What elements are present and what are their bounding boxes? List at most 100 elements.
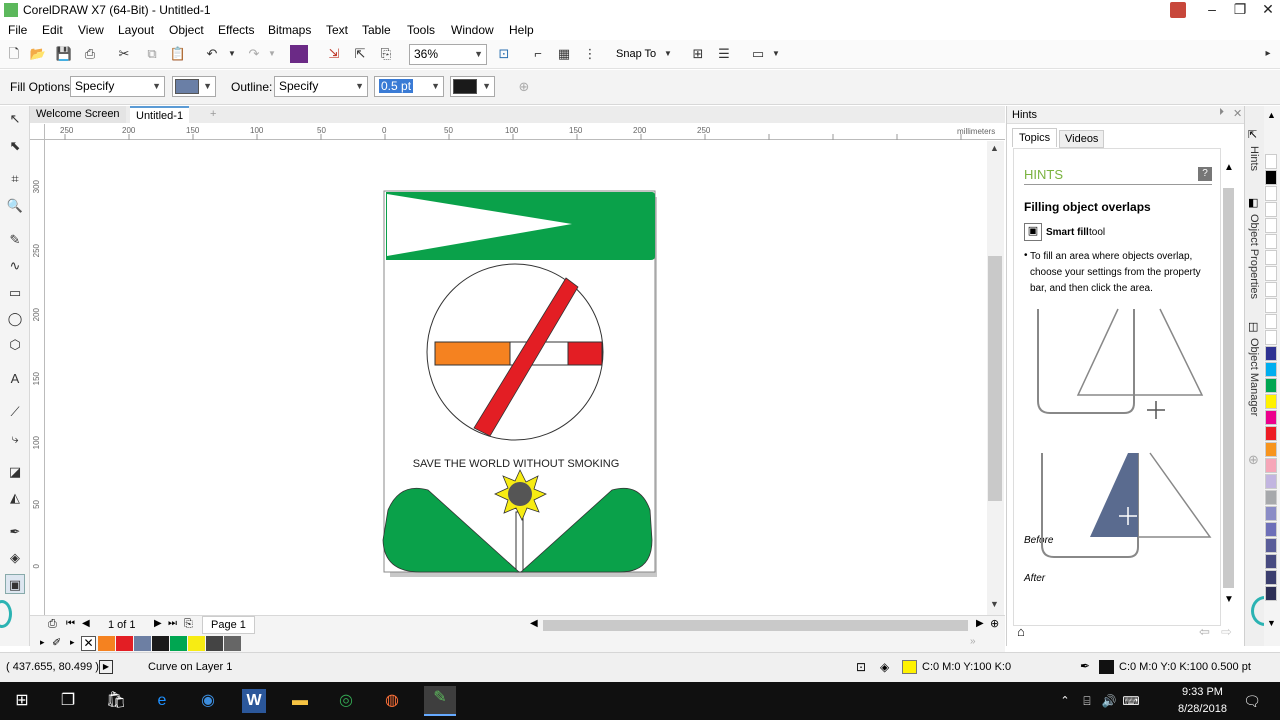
show-hidden-icons[interactable]: ⌃ bbox=[1053, 689, 1077, 713]
cut-icon[interactable]: ✂ bbox=[114, 44, 134, 64]
undo-icon[interactable]: ↶ bbox=[202, 44, 222, 64]
scroll-up-icon[interactable]: ▲ bbox=[990, 143, 999, 153]
menu-view[interactable]: View bbox=[78, 23, 104, 37]
drawing-canvas[interactable]: SAVE THE WORLD WITHOUT SMOKING bbox=[46, 141, 987, 615]
docker-tab-object-manager[interactable]: Object Manager bbox=[1248, 338, 1260, 416]
menu-edit[interactable]: Edit bbox=[42, 23, 63, 37]
expand-docker-icon[interactable]: ⏵ bbox=[1219, 107, 1224, 118]
forward-icon[interactable]: ⇨ bbox=[1221, 624, 1232, 640]
freehand-tool-icon[interactable]: ✎ bbox=[5, 230, 25, 250]
action-center-icon[interactable]: 🗨 bbox=[1240, 689, 1264, 713]
fill-options-dropdown[interactable]: Specify ▼ bbox=[70, 76, 165, 97]
artwork-caption[interactable]: SAVE THE WORLD WITHOUT SMOKING bbox=[413, 458, 620, 470]
options-icon[interactable]: ☰ bbox=[714, 44, 734, 64]
publish-pdf-icon[interactable]: ⎘ bbox=[376, 44, 396, 64]
user-icon[interactable] bbox=[1170, 2, 1186, 18]
color-proof-icon[interactable]: ⊡ bbox=[856, 660, 866, 674]
hints-scroll-up-icon[interactable]: ▲ bbox=[1224, 162, 1234, 173]
scroll-down-icon[interactable]: ▼ bbox=[990, 599, 999, 609]
add-page-icon[interactable]: ⎘ bbox=[184, 618, 193, 631]
palette-swatch[interactable] bbox=[170, 636, 187, 651]
file-explorer-icon[interactable]: ▬ bbox=[288, 689, 312, 713]
palette-swatch[interactable] bbox=[1265, 154, 1277, 169]
tab-topics[interactable]: Topics bbox=[1012, 128, 1058, 147]
drop-shadow-tool-icon[interactable]: ◪ bbox=[5, 462, 25, 482]
first-page-icon[interactable]: ⏮ bbox=[66, 618, 75, 629]
redo-icon[interactable]: ↷ bbox=[244, 44, 264, 64]
export-icon[interactable]: ⇱ bbox=[350, 44, 370, 64]
previous-page-icon[interactable]: ◀ bbox=[82, 618, 90, 629]
pick-tool-icon[interactable]: ↖ bbox=[5, 109, 25, 129]
palette-swatch[interactable] bbox=[206, 636, 223, 651]
palette-swatch[interactable] bbox=[134, 636, 151, 651]
task-view-icon[interactable]: ❐ bbox=[56, 689, 80, 713]
add-tab-icon[interactable]: + bbox=[204, 106, 222, 123]
palette-swatch[interactable] bbox=[1265, 378, 1277, 393]
palette-swatch[interactable] bbox=[1265, 474, 1277, 489]
copy-icon[interactable]: ⧉ bbox=[142, 44, 162, 64]
no-fill-swatch[interactable]: ✕ bbox=[81, 636, 96, 651]
menu-window[interactable]: Window bbox=[451, 23, 494, 37]
show-guidelines-icon[interactable]: ⋮ bbox=[580, 44, 600, 64]
import-icon[interactable]: ⇲ bbox=[324, 44, 344, 64]
palette-scroll-down-icon[interactable]: ▼ bbox=[1267, 618, 1276, 628]
firefox-icon[interactable]: ◍ bbox=[380, 689, 404, 713]
palette-swatch[interactable] bbox=[1265, 490, 1277, 505]
menu-bitmaps[interactable]: Bitmaps bbox=[268, 23, 311, 37]
palette-swatch[interactable] bbox=[1265, 266, 1277, 281]
sunflower-center[interactable] bbox=[508, 482, 532, 506]
smart-fill-tool-icon[interactable]: ▣ bbox=[5, 574, 25, 594]
palette-swatch[interactable] bbox=[1265, 202, 1277, 217]
snap-to-dropdown-icon[interactable]: ▼ bbox=[658, 44, 678, 64]
horizontal-ruler[interactable]: 250 200 150 100 50 0 50 100 150 200 250 … bbox=[45, 124, 1005, 140]
add-tool-icon[interactable] bbox=[0, 600, 12, 628]
chrome-icon[interactable]: ◎ bbox=[334, 689, 358, 713]
page-options-icon[interactable]: ⎙ bbox=[48, 618, 57, 631]
palette-swatch[interactable] bbox=[1265, 394, 1277, 409]
menu-tools[interactable]: Tools bbox=[407, 23, 435, 37]
palette-swatch[interactable] bbox=[1265, 250, 1277, 265]
add-preset-icon[interactable]: ⊕ bbox=[514, 77, 534, 97]
undo-dropdown-icon[interactable]: ▼ bbox=[222, 44, 242, 64]
palette-swatch[interactable] bbox=[1265, 538, 1277, 553]
palette-swatch[interactable] bbox=[1265, 362, 1277, 377]
palette-expand-icon[interactable]: ▸ bbox=[70, 637, 75, 648]
corel-connect-icon[interactable] bbox=[290, 45, 308, 63]
print-icon[interactable]: ⎙ bbox=[80, 44, 100, 64]
tab-welcome-screen[interactable]: Welcome Screen bbox=[30, 106, 126, 123]
show-grid-icon[interactable]: ▦ bbox=[554, 44, 574, 64]
color-eyedropper-tool-icon[interactable]: ✒ bbox=[5, 522, 25, 542]
menu-help[interactable]: Help bbox=[509, 23, 534, 37]
zoom-level-dropdown[interactable]: 36% ▼ bbox=[409, 44, 487, 65]
edge-icon[interactable]: e bbox=[150, 689, 174, 713]
palette-swatch[interactable] bbox=[1265, 554, 1277, 569]
tab-untitled-1[interactable]: Untitled-1 bbox=[130, 106, 190, 123]
palette-swatch[interactable] bbox=[1265, 522, 1277, 537]
zoom-tool-icon[interactable]: 🔍 bbox=[5, 196, 25, 216]
paste-icon[interactable]: 📋 bbox=[168, 44, 188, 64]
new-icon[interactable]: 🗋 bbox=[4, 44, 24, 64]
hints-scroll-thumb[interactable] bbox=[1223, 188, 1234, 588]
text-tool-icon[interactable]: A bbox=[5, 369, 25, 389]
eyedropper-icon[interactable]: ✐ bbox=[52, 636, 61, 649]
home-icon[interactable]: ⌂ bbox=[1017, 624, 1025, 639]
palette-swatch[interactable] bbox=[1265, 186, 1277, 201]
docker-tab-object-properties[interactable]: Object Properties bbox=[1248, 214, 1260, 299]
last-page-icon[interactable]: ⏭ bbox=[168, 618, 177, 629]
outline-color-status-swatch[interactable] bbox=[1099, 660, 1114, 674]
open-icon[interactable]: 📂 bbox=[28, 44, 48, 64]
vertical-scrollbar[interactable]: ▲ ▼ bbox=[987, 141, 1004, 615]
palette-scroll-icon[interactable]: » bbox=[970, 636, 976, 647]
palette-swatch[interactable] bbox=[188, 636, 205, 651]
polygon-tool-icon[interactable]: ⬡ bbox=[5, 335, 25, 355]
menu-layout[interactable]: Layout bbox=[118, 23, 154, 37]
palette-scroll-up-icon[interactable]: ▲ bbox=[1267, 110, 1276, 120]
store-icon[interactable]: 🛍 bbox=[104, 689, 128, 713]
menu-table[interactable]: Table bbox=[362, 23, 391, 37]
cigarette-filter[interactable] bbox=[434, 341, 511, 366]
interactive-fill-tool-icon[interactable]: ◈ bbox=[5, 548, 25, 568]
add-docker-icon[interactable]: ⊕ bbox=[1248, 452, 1259, 468]
next-page-icon[interactable]: ▶ bbox=[154, 618, 162, 629]
save-icon[interactable]: 💾 bbox=[54, 44, 74, 64]
palette-swatch[interactable] bbox=[116, 636, 133, 651]
